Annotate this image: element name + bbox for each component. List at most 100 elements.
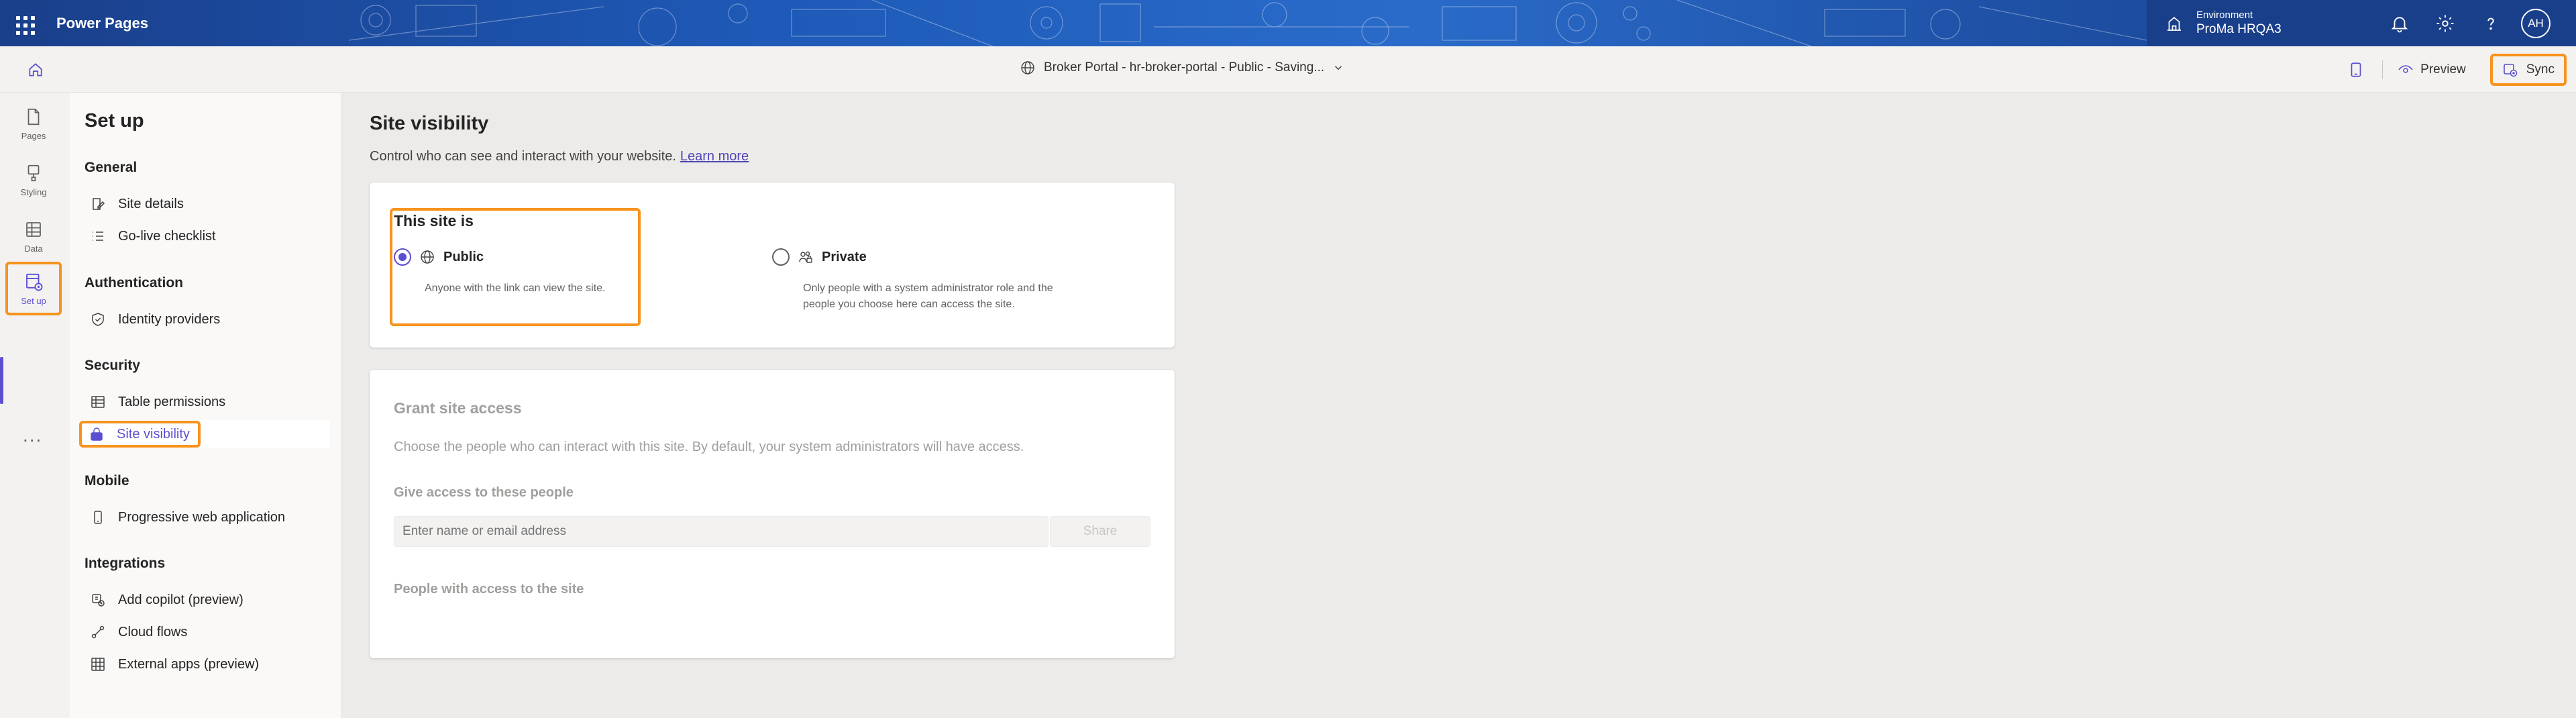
command-bar: Broker Portal - hr-broker-portal - Publi… xyxy=(0,46,2576,93)
environment-name: ProMa HRQA3 xyxy=(2196,22,2282,36)
sync-label: Sync xyxy=(2526,62,2555,76)
nav-item-identity-providers[interactable]: Identity providers xyxy=(82,305,330,334)
header-right-area: Environment ProMa HRQA3 AH xyxy=(2147,0,2576,46)
description-text: Control who can see and interact with yo… xyxy=(370,149,676,164)
preview-label: Preview xyxy=(2420,62,2466,76)
nav-section-authentication: Authentication xyxy=(85,275,183,291)
learn-more-link[interactable]: Learn more xyxy=(680,149,749,164)
divider xyxy=(2382,60,2383,79)
bell-icon[interactable] xyxy=(2390,13,2410,34)
rail-item-label: Data xyxy=(24,243,43,254)
main-content: Site visibility Control who can see and … xyxy=(343,93,2576,718)
gear-icon[interactable] xyxy=(2435,13,2455,34)
setup-nav-panel: Set up General Site details Go-live chec… xyxy=(70,93,342,718)
nav-item-label: External apps (preview) xyxy=(118,656,260,672)
public-label: Public xyxy=(443,249,484,264)
site-selector[interactable]: Broker Portal - hr-broker-portal - Publi… xyxy=(1020,60,1344,76)
app-title[interactable]: Power Pages xyxy=(56,15,148,32)
setup-icon xyxy=(26,273,43,291)
environment-switcher[interactable]: Environment ProMa HRQA3 xyxy=(2196,9,2364,37)
people-with-access-label: People with access to the site xyxy=(394,582,584,597)
rail-item-label: Pages xyxy=(21,130,46,141)
share-button[interactable]: Share xyxy=(1050,516,1150,547)
nav-item-progressive-web-app[interactable]: Progressive web application xyxy=(82,503,330,531)
site-name: Broker Portal - hr-broker-portal - Publi… xyxy=(1044,60,1325,74)
top-header: Power Pages Environment ProMa HRQA3 AH xyxy=(0,0,2576,46)
nav-item-cloud-flows[interactable]: Cloud flows xyxy=(82,618,330,646)
environment-icon xyxy=(2167,16,2181,31)
lock-icon xyxy=(91,427,103,441)
sync-button[interactable]: Sync xyxy=(2489,53,2567,86)
nav-item-label: Cloud flows xyxy=(118,624,188,639)
nav-section-integrations: Integrations xyxy=(85,556,166,571)
eye-icon xyxy=(2398,64,2413,73)
help-icon[interactable] xyxy=(2481,13,2501,34)
home-icon[interactable] xyxy=(27,61,44,79)
visibility-card: This site is Public Anyone with the link… xyxy=(370,183,1175,348)
nav-item-label: Site details xyxy=(118,196,184,211)
flow-icon xyxy=(91,625,105,639)
more-icon[interactable]: ... xyxy=(23,425,42,446)
table-icon xyxy=(26,221,41,237)
shield-icon xyxy=(92,313,104,326)
nav-item-table-permissions[interactable]: Table permissions xyxy=(82,388,330,416)
table-icon xyxy=(91,396,105,408)
grant-access-title: Grant site access xyxy=(394,399,522,417)
nav-item-site-visibility[interactable]: Site visibility xyxy=(79,420,330,448)
rail-item-styling[interactable]: Styling xyxy=(5,153,62,207)
give-access-label: Give access to these people xyxy=(394,485,574,500)
rail-item-data[interactable]: Data xyxy=(5,209,62,263)
nav-item-external-apps[interactable]: External apps (preview) xyxy=(82,650,330,678)
brush-icon xyxy=(28,164,40,181)
page-description: Control who can see and interact with yo… xyxy=(370,149,749,164)
nav-item-add-copilot[interactable]: Add copilot (preview) xyxy=(82,586,330,614)
environment-label: Environment xyxy=(2196,9,2253,21)
rail-item-pages[interactable]: Pages xyxy=(5,97,62,150)
left-rail: Pages Styling Data Set up ... xyxy=(0,93,70,718)
visibility-heading: This site is xyxy=(394,212,474,229)
nav-item-site-details[interactable]: Site details xyxy=(82,190,330,218)
globe-icon xyxy=(421,250,434,264)
page-icon xyxy=(28,108,40,125)
preview-button[interactable]: Preview xyxy=(2398,62,2466,78)
phone-icon xyxy=(94,511,102,524)
public-radio-option[interactable]: Public xyxy=(394,248,484,266)
private-description-line-1: Only people with a system administrator … xyxy=(803,283,1053,294)
globe-icon xyxy=(1021,61,1034,74)
grant-access-description: Choose the people who can interact with … xyxy=(394,440,1024,454)
grant-access-card: Grant site access Choose the people who … xyxy=(370,370,1175,658)
nav-section-security: Security xyxy=(85,358,140,373)
rail-item-label: Set up xyxy=(21,295,46,306)
people-search-input[interactable] xyxy=(394,516,1049,547)
private-label: Private xyxy=(822,249,867,264)
nav-item-label: Identity providers xyxy=(118,311,221,327)
nav-item-label: Site visibility xyxy=(117,426,190,442)
rail-item-setup[interactable]: Set up xyxy=(5,262,62,315)
nav-item-label: Add copilot (preview) xyxy=(118,592,244,607)
nav-section-general: General xyxy=(85,160,138,175)
private-radio[interactable] xyxy=(772,248,790,266)
nav-item-label: Go-live checklist xyxy=(118,228,216,244)
checklist-icon xyxy=(93,232,103,241)
user-avatar[interactable]: AH xyxy=(2521,8,2551,38)
private-description: Only people with a system administrator … xyxy=(803,280,1053,313)
page-title: Site visibility xyxy=(370,113,489,134)
rail-item-label: Styling xyxy=(20,187,47,197)
nav-section-mobile: Mobile xyxy=(85,473,129,489)
device-preview-icon[interactable] xyxy=(2347,61,2365,79)
private-radio-option[interactable]: Private xyxy=(772,248,867,266)
nav-item-go-live-checklist[interactable]: Go-live checklist xyxy=(82,222,330,250)
edit-document-icon xyxy=(93,198,105,210)
public-radio[interactable] xyxy=(394,248,411,266)
app-launcher-icon[interactable] xyxy=(12,12,35,35)
private-description-line-2: people you choose here can access the si… xyxy=(803,299,1015,310)
public-description: Anyone with the link can view the site. xyxy=(425,283,606,294)
copilot-icon xyxy=(92,594,105,607)
selected-highlight: Site visibility xyxy=(79,421,201,448)
rail-active-indicator xyxy=(0,357,3,404)
command-bar-actions: Preview Sync xyxy=(2347,46,2576,93)
nav-item-label: Progressive web application xyxy=(118,509,286,525)
chevron-down-icon xyxy=(1335,66,1342,70)
grid-icon xyxy=(91,658,105,671)
people-lock-icon xyxy=(799,251,812,263)
